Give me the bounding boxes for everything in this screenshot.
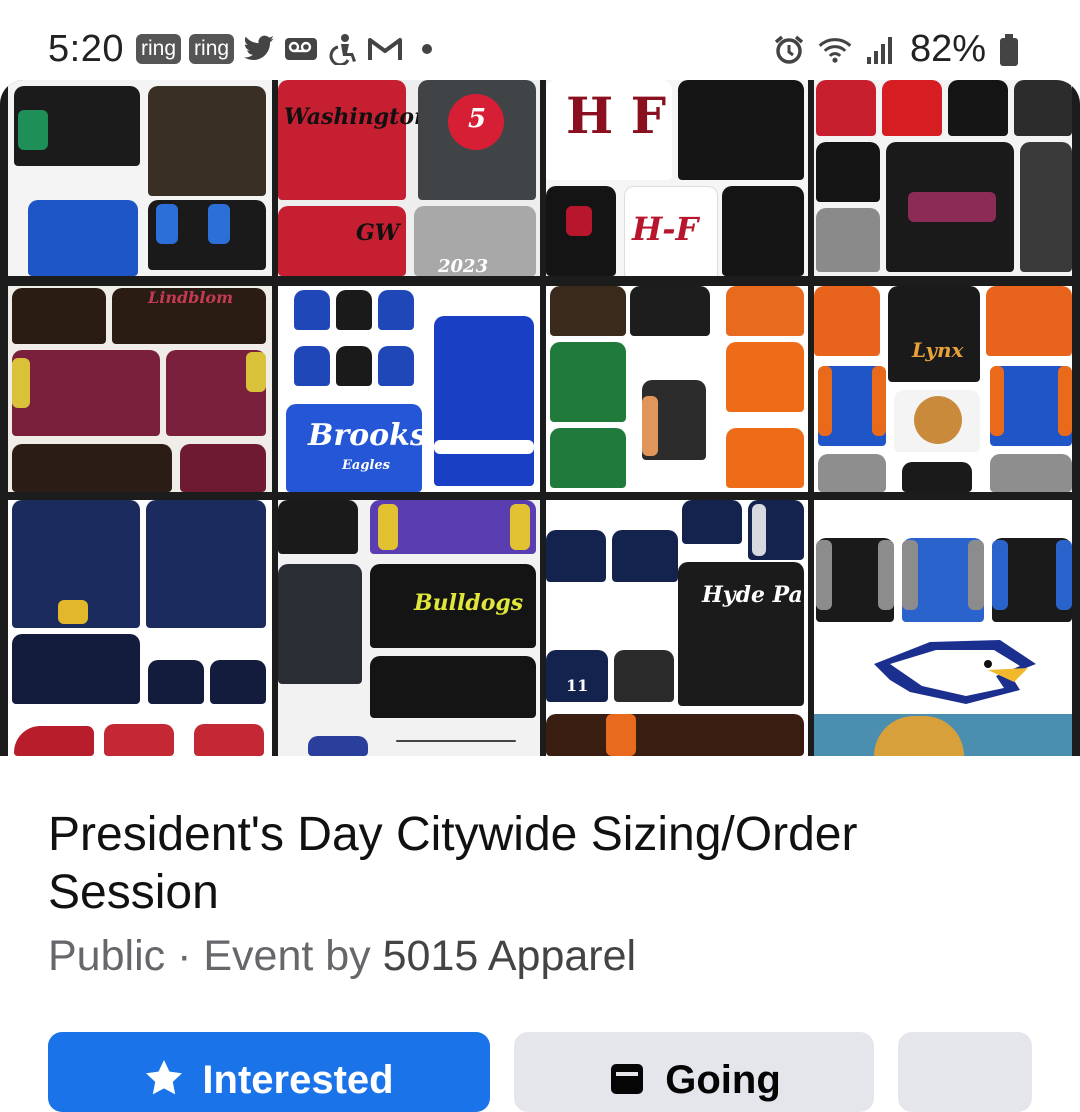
- alarm-icon: [772, 33, 806, 67]
- signal-icon: [864, 33, 898, 67]
- interested-button[interactable]: Interested: [48, 1032, 490, 1112]
- jacket-label: Eagles: [342, 458, 390, 473]
- jacket-label: 11: [566, 676, 589, 695]
- going-icon: [607, 1058, 647, 1108]
- event-meta: Public · Event by 5015 Apparel: [48, 932, 636, 981]
- more-options-button[interactable]: [898, 1032, 1032, 1112]
- ring-notification-icon: ring: [136, 34, 182, 64]
- collage-tile: H F H-F: [546, 80, 808, 276]
- event-cover-photo[interactable]: Lindblom Washington 5 GW 2023 Brooks Eag…: [0, 80, 1080, 756]
- collage-tile: [8, 80, 272, 276]
- battery-percent: 82%: [909, 28, 986, 70]
- event-by-label: Event by: [203, 932, 371, 980]
- collage-tile: Hyde Park 11: [546, 500, 808, 756]
- jacket-label: Bulldogs: [414, 590, 524, 616]
- jacket-label: 5: [468, 104, 487, 134]
- jacket-label: Washington: [284, 104, 430, 130]
- host-link[interactable]: 5015 Apparel: [383, 932, 636, 980]
- jacket-label: GW: [356, 220, 400, 246]
- twitter-icon: [242, 32, 276, 66]
- going-label: Going: [665, 1058, 781, 1102]
- collage-tile: Washington 5 GW 2023: [278, 80, 540, 276]
- event-title: President's Day Citywide Sizing/Order Se…: [48, 808, 858, 919]
- notification-icons: ring ring: [136, 32, 444, 66]
- clock: 5:20: [48, 28, 124, 70]
- jacket-label: Lindblom: [148, 288, 234, 307]
- battery-icon: [998, 33, 1020, 67]
- dot-icon: [410, 32, 444, 66]
- collage-tile: [8, 500, 272, 756]
- wifi-icon: [818, 33, 852, 67]
- jacket-label: Hyde Park: [702, 582, 808, 608]
- jacket-label: Brooks: [308, 418, 427, 453]
- gmail-icon: [368, 32, 403, 66]
- jacket-label: H-F: [632, 210, 699, 248]
- varsity-jacket-collage: Lindblom Washington 5 GW 2023 Brooks Eag…: [8, 80, 1072, 756]
- collage-tile: [546, 286, 808, 492]
- status-bar: 5:20 ring ring 82%: [0, 0, 1080, 86]
- star-icon: [144, 1058, 184, 1108]
- jacket-label: 2023: [438, 256, 489, 276]
- collage-tile: [814, 500, 1072, 756]
- jacket-label: H F: [566, 86, 667, 145]
- collage-tile: Lynx: [814, 286, 1072, 492]
- collage-tile: [814, 80, 1072, 276]
- collage-tile: Bulldogs: [278, 500, 540, 756]
- meta-separator: ·: [165, 932, 204, 980]
- system-icons: 82%: [772, 28, 1020, 71]
- interested-label: Interested: [202, 1058, 394, 1102]
- accessibility-icon: [326, 32, 360, 66]
- privacy-label: Public: [48, 932, 166, 980]
- collage-tile: Lindblom: [8, 286, 272, 492]
- going-button[interactable]: Going: [514, 1032, 874, 1112]
- voicemail-icon: [284, 32, 318, 66]
- ring-notification-icon: ring: [189, 34, 235, 64]
- collage-tile: Brooks Eagles: [278, 286, 540, 492]
- jacket-label: Lynx: [912, 338, 964, 362]
